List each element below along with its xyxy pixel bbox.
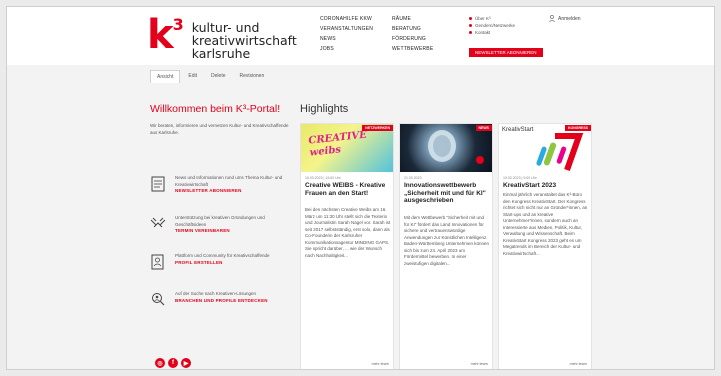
card-badge: NETZWERKEN xyxy=(362,125,393,131)
card-date: 21.03.2023 xyxy=(404,176,422,180)
bullet-icon xyxy=(469,31,472,34)
logo-wordmark: kultur- und kreativwirtschaft karlsruhe xyxy=(192,21,297,60)
card-image-text: CREATIVE weibs xyxy=(307,129,368,159)
feature-beratung: Unterstützung bei kreativen Gründungen u… xyxy=(150,215,290,235)
feature-link-termin[interactable]: TERMIN VEREINBAREN xyxy=(175,228,290,235)
feature-newsletter: News und Informationen rund ums Thema Ku… xyxy=(150,175,290,195)
card-title: Creative WEIBS - Kreative Frauen an den … xyxy=(305,182,386,197)
card-image-kreativstart: KreativStart xyxy=(499,124,591,172)
feature-text: Unterstützung bei kreativen Gründungen u… xyxy=(175,215,290,235)
handshake-icon xyxy=(150,217,166,228)
welcome-block: Willkommen beim K³-Portal! Wir beraten, … xyxy=(150,103,290,136)
admin-tabs: Ansicht Edit Delete Revisionen xyxy=(150,70,272,83)
tab-delete[interactable]: Delete xyxy=(205,70,231,83)
card-image-ki xyxy=(400,124,492,172)
tab-ansicht[interactable]: Ansicht xyxy=(150,70,181,83)
card-more-link[interactable]: mehr lesen xyxy=(570,362,587,366)
card-badge: KONGRESS xyxy=(564,125,591,131)
social-links: ◎ f ▶ xyxy=(155,358,194,368)
utility-links: Über K³ Gendern/Netzwerke Kontakt xyxy=(469,15,515,36)
nav-item-foerderung[interactable]: FÖRDERUNG xyxy=(392,35,462,43)
robot-head-icon xyxy=(428,130,484,164)
feature-link-profil[interactable]: PROFIL ERSTELLEN xyxy=(175,260,269,267)
tab-revisionen[interactable]: Revisionen xyxy=(233,70,270,83)
utility-link-kontakt[interactable]: Kontakt xyxy=(469,29,515,36)
login-label: Anmelden xyxy=(558,15,581,22)
search-people-icon xyxy=(152,293,165,306)
nav-item-wettbewerbe[interactable]: WETTBEWERBE xyxy=(392,45,462,53)
bullet-icon xyxy=(469,24,472,27)
utility-link-ueber[interactable]: Über K³ xyxy=(469,15,515,22)
welcome-title: Willkommen beim K³-Portal! xyxy=(150,103,281,115)
utility-link-netzwerke[interactable]: Gendern/Netzwerke xyxy=(469,22,515,29)
card-more-link[interactable]: mehr lesen xyxy=(471,362,488,366)
feature-branchen: Auf der Suche nach Kreativen-Lösungen BR… xyxy=(150,291,290,309)
card-badge: NEWS xyxy=(475,125,492,131)
tab-edit[interactable]: Edit xyxy=(182,70,203,83)
logo-line-3: karlsruhe xyxy=(191,46,251,61)
feature-profil: Plattform und Community für Kreativschaf… xyxy=(150,253,290,271)
logo-superscript: 3 xyxy=(172,15,184,34)
main-nav: CORONAHILFE KKW RÄUME VERANSTALTUNGEN BE… xyxy=(320,15,462,53)
card-body: Einmal jährlich veranstaltet das K³-Büro… xyxy=(503,192,588,256)
bullet-icon xyxy=(469,17,472,20)
feature-text: Plattform und Community für Kreativschaf… xyxy=(175,253,270,267)
main-area: Ansicht Edit Delete Revisionen Willkomme… xyxy=(7,65,714,369)
browser-page: k 3 kultur- und kreativwirtschaft karlsr… xyxy=(6,6,715,370)
facebook-icon[interactable]: f xyxy=(168,358,178,368)
card-date: 16.03.2023 | 19:00 Uhr xyxy=(305,176,341,180)
highlight-card[interactable]: CREATIVE weibs NETZWERKEN 16.03.2023 | 1… xyxy=(300,123,394,369)
newsletter-icon xyxy=(151,176,165,192)
card-image-creative-weibs: CREATIVE weibs xyxy=(301,124,393,172)
site-logo[interactable]: k 3 kultur- und kreativwirtschaft karlsr… xyxy=(147,12,297,60)
nav-item-beratung[interactable]: BERATUNG xyxy=(392,25,462,33)
highlight-card[interactable]: KreativStart KONGRESS 19.03.2023 | 9:00 … xyxy=(498,123,592,369)
youtube-icon[interactable]: ▶ xyxy=(181,358,191,368)
kreativstart-logo-icon xyxy=(536,133,584,171)
nav-item-coronahilfe[interactable]: CORONAHILFE KKW xyxy=(320,15,392,23)
login-link[interactable]: Anmelden xyxy=(549,15,581,22)
welcome-text: Wir beraten, informieren und vernetzen K… xyxy=(150,123,289,135)
nav-item-raeume[interactable]: RÄUME xyxy=(392,15,462,23)
nav-item-veranstaltungen[interactable]: VERANSTALTUNGEN xyxy=(320,25,392,33)
profile-icon xyxy=(151,254,164,270)
site-header: k 3 kultur- und kreativwirtschaft karlsr… xyxy=(7,7,714,65)
feature-link-newsletter[interactable]: NEWSLETTER ABONNIEREN xyxy=(175,188,290,195)
card-body: Bei den nächsten Creative Weibs am 16. M… xyxy=(305,207,391,258)
highlights-title: Highlights xyxy=(300,103,349,115)
card-title: Innovationswettbewerb „Sicherheit mit un… xyxy=(404,182,486,204)
newsletter-button[interactable]: NEWSLETTER ABONNIEREN xyxy=(469,48,543,57)
feature-text: Auf der Suche nach Kreativen-Lösungen BR… xyxy=(175,291,268,305)
feature-text: News und Informationen rund ums Thema Ku… xyxy=(175,175,290,195)
card-body: Mit dem Wettbewerb "Sicherheit mit und f… xyxy=(404,215,490,266)
nav-item-jobs[interactable]: JOBS xyxy=(320,45,392,53)
card-date: 19.03.2023 | 9:00 Uhr xyxy=(503,176,537,180)
user-icon xyxy=(549,15,555,22)
page-content: Willkommen beim K³-Portal! Wir beraten, … xyxy=(150,85,599,369)
card-more-link[interactable]: mehr lesen xyxy=(372,362,389,366)
instagram-icon[interactable]: ◎ xyxy=(155,358,165,368)
logo-k: k xyxy=(147,12,174,58)
card-title: KreativStart 2023 xyxy=(503,182,557,189)
nav-item-news[interactable]: NEWS xyxy=(320,35,392,43)
feature-link-branchen[interactable]: BRANCHEN UND PROFILE ENTDECKEN xyxy=(175,298,268,305)
highlight-card[interactable]: NEWS 21.03.2023 Innovationswettbewerb „S… xyxy=(399,123,493,369)
